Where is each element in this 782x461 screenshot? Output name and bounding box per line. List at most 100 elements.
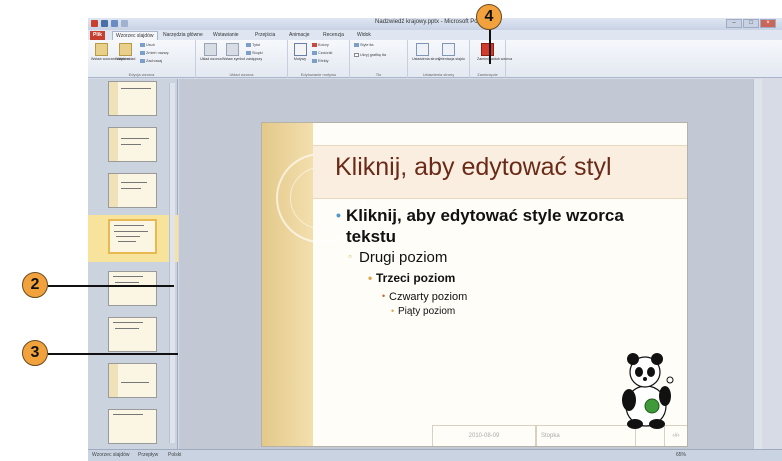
hide-background-checkbox[interactable]: Ukryj grafikę tła	[354, 53, 386, 57]
callout-4-line	[489, 30, 491, 64]
tab-file[interactable]: Plik	[90, 31, 105, 40]
group-edit-theme: Motywy Kolory Czcionki Efekty Edytowanie…	[288, 40, 350, 78]
thumbnail-layout-7[interactable]	[108, 409, 157, 444]
page-setup-button[interactable]: Ustawienia strony	[412, 43, 440, 61]
rename-button[interactable]: Zmień nazwę	[140, 51, 169, 55]
slide-title[interactable]: Kliknij, aby edytować styl	[335, 153, 612, 182]
placeholder-icon	[225, 43, 239, 56]
callout-4: 4	[476, 4, 502, 30]
maximize-button[interactable]: □	[743, 19, 759, 28]
text-level-2[interactable]: ◦ Drugi poziom	[348, 249, 447, 266]
undo-icon[interactable]	[111, 20, 118, 27]
group-background: Style tła Ukryj grafikę tła Tło	[350, 40, 408, 78]
group-edit-master: Wstaw wzorzec slajdów Wstaw układ Usuń Z…	[88, 40, 196, 78]
callout-2: 2	[22, 272, 48, 298]
fonts-icon	[312, 51, 317, 55]
thumbnail-layout-5[interactable]	[108, 317, 157, 352]
tab-slide-master[interactable]: Wzorzec slajdów	[112, 31, 158, 40]
master-layout-icon	[203, 43, 217, 56]
text-level-5[interactable]: • Piąty poziom	[391, 306, 455, 317]
tab-review[interactable]: Recenzja	[320, 31, 347, 40]
bullet-icon: •	[382, 291, 386, 301]
background-styles-icon	[354, 43, 359, 47]
text-level-3[interactable]: • Trzeci poziom	[368, 271, 455, 285]
status-language[interactable]: Polski	[168, 452, 181, 458]
checkbox-icon	[354, 53, 359, 57]
delete-icon	[140, 43, 145, 47]
tab-view[interactable]: Widok	[354, 31, 374, 40]
quick-access-toolbar	[91, 20, 128, 27]
insert-master-button[interactable]: Wstaw wzorzec slajdów	[91, 43, 129, 61]
slide-orientation-button[interactable]: Orientacja slajdu	[438, 43, 465, 61]
pin-icon	[140, 59, 145, 63]
fonts-dropdown[interactable]: Czcionki	[312, 51, 332, 55]
preserve-button[interactable]: Zachowaj	[140, 59, 162, 63]
thumbnails-scrollbar[interactable]	[169, 83, 175, 443]
master-layout-button[interactable]: Układ wzorca	[200, 43, 222, 61]
themes-button[interactable]: Motywy	[290, 43, 310, 61]
close-master-view-button[interactable]: Zamknij widok wzorca	[477, 43, 512, 61]
effects-dropdown[interactable]: Efekty	[312, 59, 329, 63]
close-master-icon	[480, 43, 494, 56]
slide-thumbnails-panel	[88, 79, 178, 449]
window-controls: – □ ×	[726, 19, 776, 28]
title-bar: Nadzwiedź krajowy.pptx - Microsoft Power…	[88, 18, 782, 30]
thumbnail-master[interactable]	[108, 81, 157, 116]
delete-button[interactable]: Usuń	[140, 43, 155, 47]
thumbnail-layout-6[interactable]	[108, 363, 157, 398]
thumbnail-layout-3-selected[interactable]	[108, 219, 157, 254]
panda-clipart[interactable]	[615, 348, 677, 430]
slide-scrollbar[interactable]	[753, 79, 762, 449]
thumbnail-layout-4[interactable]	[108, 271, 157, 306]
bullet-icon: •	[391, 306, 395, 316]
close-button[interactable]: ×	[760, 19, 776, 28]
powerpoint-window: Nadzwiedź krajowy.pptx - Microsoft Power…	[88, 18, 782, 461]
group-page-setup: Ustawienia strony Orientacja slajdu Usta…	[408, 40, 470, 78]
footer-date-placeholder[interactable]: 2010-08-09	[432, 425, 536, 446]
thumbnail-layout-2[interactable]	[108, 173, 157, 208]
tab-home[interactable]: Narzędzia główne	[160, 31, 206, 40]
slide-master-canvas[interactable]: Kliknij, aby edytować styl • Kliknij, aby…	[261, 122, 688, 447]
tab-transitions[interactable]: Przejścia	[252, 31, 278, 40]
slide-master-icon	[94, 43, 108, 56]
insert-placeholder-button[interactable]: Wstaw symbol zastępczy	[222, 43, 262, 61]
minimize-button[interactable]: –	[726, 19, 742, 28]
callout-3-line	[48, 353, 178, 355]
bullet-icon: ◦	[348, 249, 353, 263]
layout-icon	[118, 43, 132, 56]
effects-icon	[312, 59, 317, 63]
orientation-icon	[441, 43, 455, 56]
title-checkbox[interactable]: Tytuł	[246, 43, 260, 47]
group-master-layout: Układ wzorca Wstaw symbol zastępczy Tytu…	[196, 40, 288, 78]
callout-3: 3	[22, 340, 48, 366]
redo-icon[interactable]	[121, 20, 128, 27]
status-bar: Wzorzec slajdów Przepływ Polski 65%	[88, 449, 782, 461]
thumbnail-layout-1[interactable]	[108, 127, 157, 162]
callout-2-line	[48, 285, 174, 287]
text-level-4[interactable]: • Czwarty poziom	[382, 291, 467, 303]
group-close: Zamknij widok wzorca Zamknięcie	[470, 40, 512, 78]
page-setup-icon	[415, 43, 429, 56]
window-title: Nadzwiedź krajowy.pptx - Microsoft Power…	[375, 19, 501, 25]
colors-dropdown[interactable]: Kolory	[312, 43, 329, 47]
tab-animations[interactable]: Animacje	[286, 31, 313, 40]
rename-icon	[140, 51, 145, 55]
ribbon: Wstaw wzorzec slajdów Wstaw układ Usuń Z…	[88, 40, 782, 78]
bullet-icon: •	[336, 207, 341, 223]
status-theme: Przepływ	[138, 452, 159, 458]
powerpoint-logo-icon[interactable]	[91, 20, 98, 27]
zoom-level[interactable]: 65%	[676, 452, 686, 458]
themes-icon	[293, 43, 307, 56]
tab-insert[interactable]: Wstawianie	[210, 31, 242, 40]
bullet-icon: •	[368, 271, 373, 285]
colors-icon	[312, 43, 317, 47]
status-view: Wzorzec slajdów	[92, 452, 130, 458]
slide-editing-area: Kliknij, aby edytować styl • Kliknij, aby…	[179, 79, 762, 449]
footers-checkbox[interactable]: Stopki	[246, 51, 263, 55]
text-level-1[interactable]: • Kliknij, aby edytować style wzorca teks…	[336, 205, 646, 247]
save-icon[interactable]	[101, 20, 108, 27]
insert-layout-button[interactable]: Wstaw układ	[115, 43, 135, 61]
background-styles-dropdown[interactable]: Style tła	[354, 43, 374, 47]
ribbon-tabs: Plik Wzorzec slajdów Narzędzia główne Ws…	[88, 30, 782, 40]
checkbox-icon	[246, 51, 251, 55]
